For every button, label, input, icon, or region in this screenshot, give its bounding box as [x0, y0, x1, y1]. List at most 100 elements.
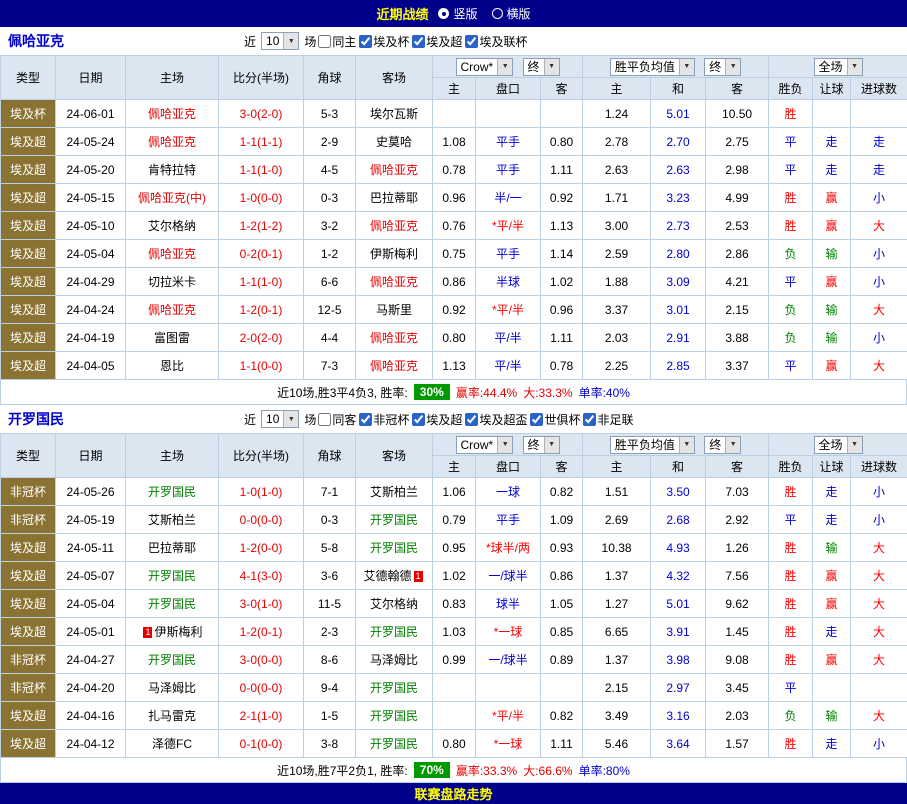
avg-odds-select[interactable]: 胜平负均值▼ [610, 58, 695, 76]
avg-draw-odds: 3.16 [651, 702, 706, 730]
filter-checkbox[interactable] [583, 413, 596, 426]
filter-埃及杯[interactable]: 埃及杯 [359, 33, 409, 50]
filter-checkbox[interactable] [412, 35, 425, 48]
team-name-link[interactable]: 佩哈亚克 [0, 31, 242, 51]
odds-time-select[interactable]: 终▼ [523, 436, 560, 454]
crow-home-odds: 0.99 [433, 646, 476, 674]
avg-home-odds: 3.37 [583, 296, 651, 324]
crow-home-odds: 0.92 [433, 296, 476, 324]
result-wdl: 负 [769, 240, 813, 268]
avg-home-odds: 2.03 [583, 324, 651, 352]
match-row: 埃及超24-05-24佩哈亚克1-1(1-1)2-9史莫哈1.08平手0.802… [1, 128, 907, 156]
avg-odds-select[interactable]: 胜平负均值▼ [610, 436, 695, 454]
home-team: 开罗国民 [126, 478, 219, 506]
filter-checkbox[interactable] [318, 413, 331, 426]
result-handicap: 走 [813, 506, 851, 534]
home-team: 佩哈亚克(中) [126, 184, 219, 212]
avg-time-select[interactable]: 终▼ [704, 58, 741, 76]
bookmaker-select[interactable]: Crow*▼ [456, 436, 514, 454]
result-wdl: 胜 [769, 478, 813, 506]
match-type: 埃及超 [1, 156, 56, 184]
filter-同主[interactable]: 同主 [318, 33, 356, 50]
filter-非冠杯[interactable]: 非冠杯 [359, 411, 409, 428]
filter-埃及超[interactable]: 埃及超 [412, 33, 462, 50]
filter-埃及超盃[interactable]: 埃及超盃 [465, 411, 527, 428]
col-header-goals: 进球数 [851, 78, 907, 100]
match-type: 埃及超 [1, 534, 56, 562]
filter-非足联[interactable]: 非足联 [583, 411, 633, 428]
scope-select[interactable]: 全场▼ [814, 58, 863, 76]
filter-埃及联杯[interactable]: 埃及联杯 [465, 33, 527, 50]
avg-away-odds: 2.75 [706, 128, 769, 156]
scope-select[interactable]: 全场▼ [814, 436, 863, 454]
crow-away-odds: 1.13 [541, 212, 583, 240]
bookmaker-select[interactable]: Crow*▼ [456, 58, 514, 76]
team-section-1: 佩哈亚克 近 10▼ 场 同主埃及杯埃及超埃及联杯 类型 日期 主场 比分(半场… [0, 27, 907, 405]
result-goals: 大 [851, 646, 907, 674]
filter-世俱杯[interactable]: 世俱杯 [530, 411, 580, 428]
crow-home-odds: 0.80 [433, 730, 476, 758]
layout-option-horizontal[interactable]: 横版 [492, 5, 531, 22]
avg-draw-odds: 3.91 [651, 618, 706, 646]
filter-checkbox[interactable] [359, 413, 372, 426]
match-date: 24-04-27 [56, 646, 126, 674]
crow-away-odds: 0.85 [541, 618, 583, 646]
match-row: 埃及超24-05-04开罗国民3-0(1-0)11-5艾尔格纳0.83球半1.0… [1, 590, 907, 618]
avg-home-odds: 2.63 [583, 156, 651, 184]
match-type: 埃及超 [1, 184, 56, 212]
crow-handicap: *平/半 [476, 702, 541, 730]
corner-score: 11-5 [304, 590, 356, 618]
crow-handicap [476, 100, 541, 128]
match-count-select[interactable]: 10▼ [261, 32, 299, 50]
filter-checkbox[interactable] [465, 35, 478, 48]
result-handicap: 赢 [813, 352, 851, 380]
filter-checkbox[interactable] [318, 35, 331, 48]
filter-checkbox[interactable] [412, 413, 425, 426]
result-wdl: 胜 [769, 618, 813, 646]
avg-time-select[interactable]: 终▼ [704, 436, 741, 454]
odds-time-select[interactable]: 终▼ [523, 58, 560, 76]
crow-away-odds: 0.89 [541, 646, 583, 674]
win-rate-badge: 30% [414, 384, 450, 400]
scope-header-group: 全场▼ [769, 434, 907, 456]
match-row: 埃及超24-05-11巴拉蒂耶1-2(0-0)5-8开罗国民0.95*球半/两0… [1, 534, 907, 562]
corner-score: 7-3 [304, 352, 356, 380]
col-header-avg-away: 客 [706, 456, 769, 478]
filter-埃及超[interactable]: 埃及超 [412, 411, 462, 428]
match-type: 埃及杯 [1, 100, 56, 128]
filter-checkbox[interactable] [465, 413, 478, 426]
crow-home-odds: 1.06 [433, 478, 476, 506]
team-section-bar: 开罗国民 近 10▼ 场 同客非冠杯埃及超埃及超盃世俱杯非足联 [0, 405, 907, 433]
avg-away-odds: 2.53 [706, 212, 769, 240]
filter-同客[interactable]: 同客 [318, 411, 356, 428]
match-row: 埃及超24-04-12泽德FC0-1(0-0)3-8开罗国民0.80*一球1.1… [1, 730, 907, 758]
layout-option-vertical[interactable]: 竖版 [438, 5, 477, 22]
competition-filters: 同主埃及杯埃及超埃及联杯 [318, 33, 530, 50]
match-date: 24-05-11 [56, 534, 126, 562]
crow-home-odds: 0.75 [433, 240, 476, 268]
result-goals: 大 [851, 618, 907, 646]
result-goals: 大 [851, 590, 907, 618]
match-date: 24-04-20 [56, 674, 126, 702]
col-header-goals: 进球数 [851, 456, 907, 478]
team-name-link[interactable]: 开罗国民 [0, 409, 242, 429]
result-wdl: 负 [769, 702, 813, 730]
match-row: 埃及超24-04-19富图雷2-0(2-0)4-4佩哈亚克0.80平/半1.11… [1, 324, 907, 352]
crow-away-odds: 1.14 [541, 240, 583, 268]
crow-home-odds: 0.96 [433, 184, 476, 212]
crow-home-odds: 0.86 [433, 268, 476, 296]
match-date: 24-05-01 [56, 618, 126, 646]
match-score: 0-0(0-0) [219, 506, 304, 534]
result-handicap: 走 [813, 156, 851, 184]
crow-home-odds: 0.83 [433, 590, 476, 618]
match-count-select[interactable]: 10▼ [261, 410, 299, 428]
filter-checkbox[interactable] [530, 413, 543, 426]
result-goals: 大 [851, 212, 907, 240]
games-label: 场 [304, 411, 316, 428]
filter-checkbox[interactable] [359, 35, 372, 48]
match-score: 2-0(2-0) [219, 324, 304, 352]
match-date: 24-04-29 [56, 268, 126, 296]
col-header-handicap-result: 让球 [813, 78, 851, 100]
result-wdl: 胜 [769, 100, 813, 128]
match-type: 埃及超 [1, 212, 56, 240]
